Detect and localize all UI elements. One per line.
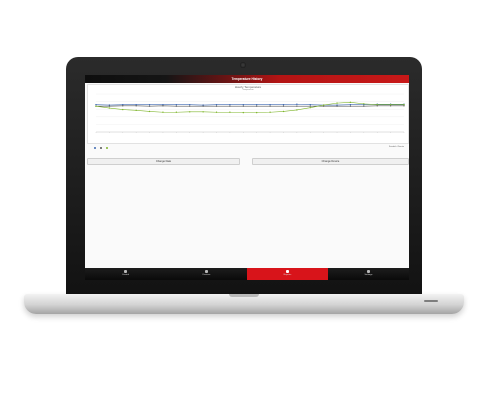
- tab-reports[interactable]: Reports: [247, 268, 328, 280]
- data-point: [336, 102, 338, 104]
- data-point: [322, 104, 325, 106]
- data-point: [269, 111, 271, 113]
- data-point: [189, 103, 191, 106]
- data-point: [309, 103, 311, 106]
- line-chart: [95, 93, 405, 133]
- data-point: [296, 105, 298, 107]
- settings-icon: [367, 270, 370, 273]
- data-point: [148, 110, 151, 113]
- data-point: [363, 103, 365, 105]
- tab-label: Reports: [283, 274, 292, 276]
- data-point: [108, 107, 111, 109]
- data-point: [242, 103, 245, 106]
- data-point: [202, 105, 204, 107]
- legend-right-label: Friedrich Climate: [388, 146, 404, 148]
- data-point: [202, 111, 204, 113]
- tab-label: Control: [121, 274, 130, 276]
- legend-item-1: [100, 147, 102, 149]
- tab-devices[interactable]: Devices: [166, 268, 247, 280]
- data-point: [135, 109, 137, 112]
- data-point: [255, 103, 258, 106]
- legend-item-0: [94, 147, 96, 149]
- data-point: [148, 105, 151, 107]
- legend-swatch: [94, 147, 96, 149]
- legend-swatch: [100, 147, 102, 149]
- tab-label: Settings: [364, 274, 373, 276]
- tab-settings[interactable]: Settings: [328, 268, 409, 280]
- data-point: [349, 105, 352, 107]
- data-point: [229, 111, 231, 113]
- chart-legend: [94, 146, 108, 150]
- tab-bar: Control Devices Reports Settings: [85, 268, 409, 280]
- data-point: [189, 111, 191, 113]
- data-point: [108, 105, 111, 107]
- legend-swatch: [106, 147, 108, 149]
- data-point: [242, 105, 245, 107]
- data-point: [403, 103, 405, 106]
- data-point: [296, 103, 298, 105]
- data-point: [255, 111, 258, 114]
- data-point: [162, 105, 164, 107]
- data-point: [189, 105, 191, 107]
- devices-icon: [205, 270, 208, 273]
- laptop-base: [24, 294, 464, 314]
- tab-label: Devices: [202, 274, 211, 276]
- data-point: [122, 108, 124, 111]
- webcam-icon: [240, 62, 246, 68]
- status-light: [424, 300, 438, 302]
- data-point: [309, 106, 311, 109]
- data-point: [148, 103, 151, 106]
- data-point: [363, 105, 365, 107]
- data-point: [242, 111, 245, 114]
- data-point: [349, 103, 352, 106]
- data-point: [175, 105, 178, 107]
- data-point: [229, 105, 231, 107]
- data-point: [175, 103, 178, 106]
- tab-control[interactable]: Control: [85, 268, 166, 280]
- reports-icon: [286, 270, 289, 273]
- data-point: [255, 105, 258, 107]
- data-point: [215, 111, 218, 113]
- data-point: [296, 109, 298, 111]
- data-point: [229, 103, 231, 106]
- data-point: [215, 103, 218, 106]
- data-point: [95, 105, 97, 107]
- data-point: [175, 111, 178, 113]
- data-point: [349, 101, 352, 104]
- lid-notch: [229, 294, 259, 297]
- change-device-button[interactable]: Change Device: [252, 158, 409, 165]
- data-point: [282, 105, 285, 107]
- control-icon: [124, 270, 127, 273]
- app-title: Temperature History: [231, 77, 263, 81]
- data-point: [269, 105, 271, 107]
- change-date-button[interactable]: Change Date: [87, 158, 240, 165]
- series-line-0: [95, 103, 404, 106]
- data-point: [389, 103, 392, 106]
- data-point: [95, 103, 97, 106]
- series-line-2: [95, 102, 404, 113]
- legend-item-2: [106, 147, 108, 149]
- data-point: [282, 110, 285, 113]
- data-point: [162, 111, 164, 113]
- data-point: [309, 105, 311, 107]
- title-bar: Temperature History: [85, 75, 409, 83]
- data-point: [336, 105, 338, 107]
- data-point: [376, 103, 378, 106]
- data-point: [135, 105, 137, 107]
- data-point: [215, 105, 218, 107]
- data-point: [269, 103, 271, 106]
- data-point: [282, 103, 285, 106]
- data-point: [122, 105, 124, 107]
- chart-card: Hourly Temperature Temperature Friedrich…: [87, 84, 409, 149]
- app-screen: Temperature History Hourly Temperature T…: [85, 75, 409, 280]
